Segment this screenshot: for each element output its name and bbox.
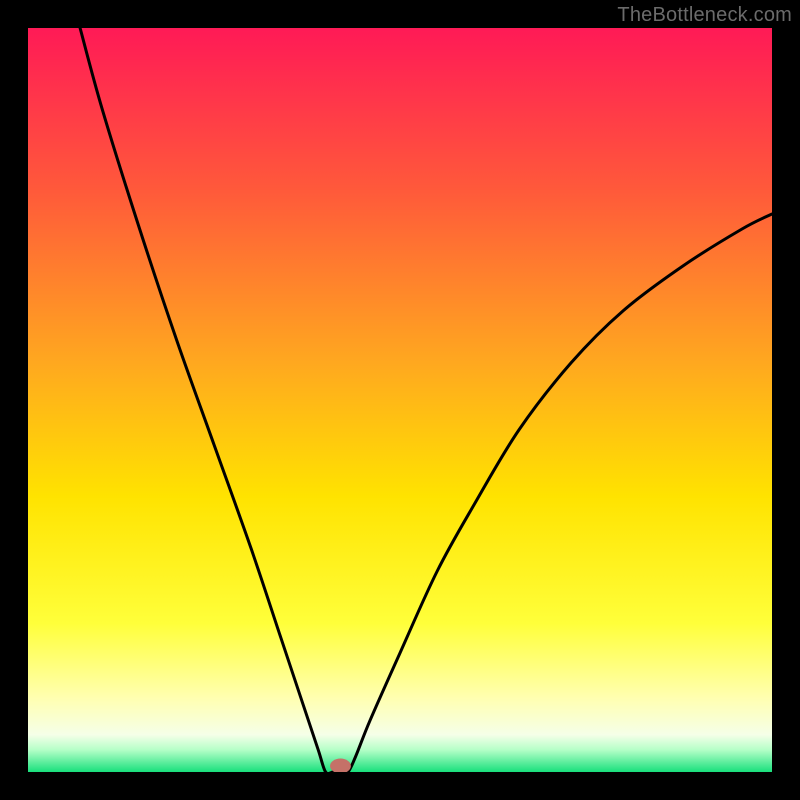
gradient-background	[28, 28, 772, 772]
bottleneck-chart	[28, 28, 772, 772]
chart-frame	[28, 28, 772, 772]
watermark-text: TheBottleneck.com	[617, 4, 792, 27]
